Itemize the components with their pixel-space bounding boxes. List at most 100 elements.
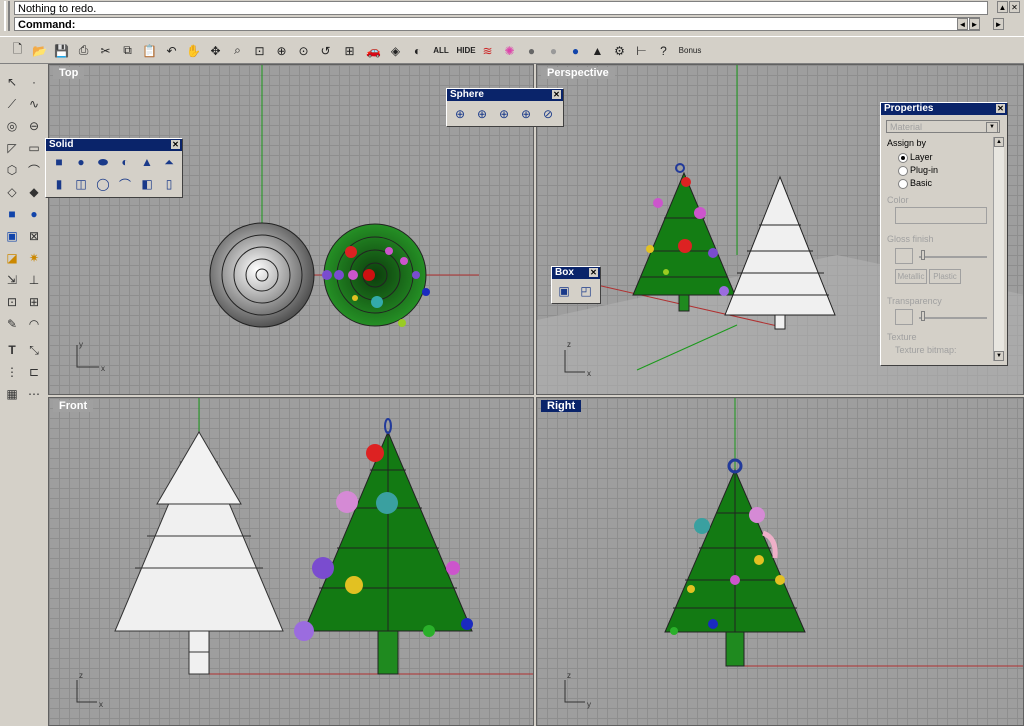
command-grip[interactable] [4, 1, 10, 31]
properties-title[interactable]: Properties ✕ [881, 103, 1007, 115]
hide-button[interactable]: HIDE [454, 41, 478, 60]
extrude-icon[interactable]: ◆ [24, 182, 44, 202]
paraboloid-solid-icon[interactable]: ◐ [116, 153, 134, 171]
solid-palette-title[interactable]: Solid ✕ [46, 139, 182, 151]
color-wheel-icon[interactable]: ✺ [500, 41, 519, 60]
split-icon[interactable]: ◠ [24, 314, 44, 334]
rotate-view-icon[interactable]: ✥ [206, 41, 225, 60]
rectangle-icon[interactable]: ▭ [24, 138, 44, 158]
polygon-icon[interactable]: ⬡ [2, 160, 22, 180]
transparency-slider-thumb[interactable] [921, 311, 925, 321]
cylinder-icon[interactable]: ▣ [2, 226, 22, 246]
open-file-icon[interactable]: 📂 [30, 41, 49, 60]
close-icon[interactable]: ✕ [171, 140, 180, 149]
explode-icon[interactable]: ✷ [24, 248, 44, 268]
cone-solid-icon[interactable]: ▲ [138, 153, 156, 171]
white-tree-front[interactable] [114, 430, 284, 675]
array-icon[interactable]: ⊡ [2, 292, 22, 312]
move-icon[interactable]: ⇲ [2, 270, 22, 290]
mesh-icon[interactable]: ⊠ [24, 226, 44, 246]
green-tree-front[interactable] [294, 418, 473, 675]
copy-icon[interactable]: ⧉ [118, 41, 137, 60]
scroll-next-icon[interactable]: ► [993, 18, 1004, 30]
chevron-down-icon[interactable]: ▼ [994, 351, 1004, 361]
boolean-icon[interactable]: ● [24, 204, 44, 224]
pan-hand-icon[interactable]: ✋ [184, 41, 203, 60]
chevron-up-icon[interactable]: ▲ [994, 137, 1004, 147]
history-scroll-up[interactable]: ▲ [997, 1, 1008, 13]
curve-icon[interactable]: ∿ [24, 94, 44, 114]
scroll-right-icon[interactable]: ► [969, 18, 980, 30]
properties-scrollbar[interactable]: ▲ ▼ [993, 137, 1004, 361]
grid-snap-icon[interactable]: ⋮ [2, 362, 22, 382]
render-sphere-icon[interactable]: ● [544, 41, 563, 60]
white-tree-perspective[interactable] [724, 175, 836, 330]
ellipsoid-solid-icon[interactable]: ⬬ [94, 153, 112, 171]
radio-layer[interactable] [898, 153, 908, 163]
sphere-palette-title[interactable]: Sphere ✕ [447, 89, 563, 101]
group-icon[interactable]: ⊞ [24, 292, 44, 312]
transparency-value-box[interactable] [895, 309, 913, 325]
box-3point-icon[interactable]: ◰ [577, 282, 595, 300]
point-icon[interactable]: · [24, 72, 44, 92]
sphere-diameter-icon[interactable]: ⊕ [473, 105, 491, 123]
layers-icon[interactable]: ≋ [478, 41, 497, 60]
zoom-window-icon[interactable]: ⊡ [250, 41, 269, 60]
color-swatch-button[interactable] [895, 207, 987, 224]
radio-plugin-label[interactable]: Plug-in [910, 165, 938, 175]
new-file-icon[interactable]: 🗋 [8, 41, 27, 60]
shaded-sphere-icon[interactable]: ● [522, 41, 541, 60]
green-tree-right[interactable] [664, 458, 806, 667]
bonus-button[interactable]: Bonus [676, 41, 704, 60]
sphere-center-icon[interactable]: ⊕ [451, 105, 469, 123]
plastic-button[interactable]: Plastic [929, 269, 961, 284]
more-tools-icon[interactable]: ⋯ [24, 384, 44, 404]
radio-basic[interactable] [898, 179, 908, 189]
fillet-curve-icon[interactable]: ⌒ [24, 160, 44, 180]
text-icon[interactable]: T [2, 340, 22, 360]
blue-sphere-icon[interactable]: ● [566, 41, 585, 60]
radio-basic-label[interactable]: Basic [910, 178, 932, 188]
solid-box-icon[interactable]: ■ [2, 204, 22, 224]
select-arrow-icon[interactable]: ↖ [2, 72, 22, 92]
cap-solid-icon[interactable]: ▯ [160, 175, 178, 193]
transform-icon[interactable]: ◪ [2, 248, 22, 268]
analyze-icon[interactable]: ⊏ [24, 362, 44, 382]
zoom-selected-icon[interactable]: ⊙ [294, 41, 313, 60]
extrude-solid-icon[interactable]: ◧ [138, 175, 156, 193]
render-icon[interactable]: ▦ [2, 384, 22, 404]
viewport-front[interactable]: Front z x [48, 397, 534, 726]
align-icon[interactable]: ⊥ [24, 270, 44, 290]
chevron-down-icon[interactable]: ▼ [986, 122, 998, 133]
undo-view-icon[interactable]: ↺ [316, 41, 335, 60]
box-palette-title[interactable]: Box ✕ [552, 267, 600, 279]
show-all-button[interactable]: ALL [430, 41, 452, 60]
tube-solid-icon[interactable]: ◫ [72, 175, 90, 193]
ellipse-icon[interactable]: ⊖ [24, 116, 44, 136]
print-icon[interactable]: ⎙ [74, 41, 93, 60]
paste-icon[interactable]: 📋 [140, 41, 159, 60]
gloss-value-box[interactable] [895, 248, 913, 264]
arc-icon[interactable]: ◸ [2, 138, 22, 158]
gloss-slider[interactable] [919, 256, 987, 258]
sphere-fit-icon[interactable]: ⊘ [539, 105, 557, 123]
layer-cube-icon[interactable]: ◈ [386, 41, 405, 60]
polyline-icon[interactable]: ⟋ [2, 94, 22, 114]
close-icon[interactable]: ✕ [552, 90, 561, 99]
scroll-left-icon[interactable]: ◄ [957, 18, 968, 30]
pipe-solid-icon[interactable]: ⌒ [116, 175, 134, 193]
radio-plugin[interactable] [898, 166, 908, 176]
box-solid-icon[interactable]: ■ [50, 153, 68, 171]
green-tree-perspective[interactable] [632, 163, 736, 312]
car-icon[interactable]: 🚗 [364, 41, 383, 60]
properties-type-dropdown[interactable]: Material ▼ [886, 120, 1000, 133]
surface-icon[interactable]: ◇ [2, 182, 22, 202]
radio-layer-label[interactable]: Layer [910, 152, 933, 162]
gloss-slider-thumb[interactable] [921, 250, 925, 260]
save-icon[interactable]: 💾 [52, 41, 71, 60]
close-icon[interactable]: ✕ [1009, 1, 1020, 13]
settings-gear-icon[interactable]: ⚙ [610, 41, 629, 60]
box-corner-icon[interactable]: ▣ [555, 282, 573, 300]
undo-icon[interactable]: ↶ [162, 41, 181, 60]
close-icon[interactable]: ✕ [589, 268, 598, 277]
